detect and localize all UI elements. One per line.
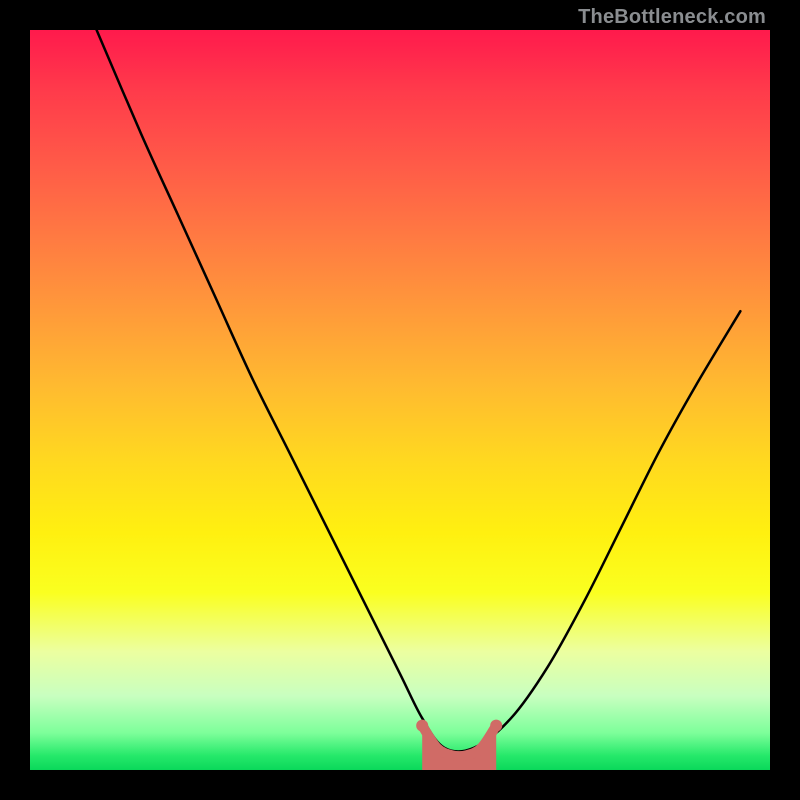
credit-watermark: TheBottleneck.com xyxy=(578,6,766,29)
curve-svg xyxy=(30,30,770,770)
chart-stage: TheBottleneck.com xyxy=(0,0,800,800)
plot-area xyxy=(30,30,770,770)
bump-dot-right xyxy=(490,720,502,732)
bottleneck-curve xyxy=(97,30,741,752)
bump-dot-left xyxy=(416,720,428,732)
